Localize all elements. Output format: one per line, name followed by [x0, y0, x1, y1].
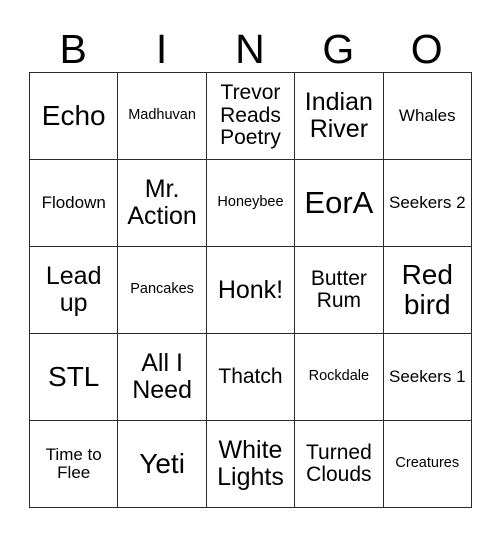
bingo-cell-label: Turned Clouds: [305, 440, 372, 486]
bingo-cell-b3[interactable]: Lead up: [30, 247, 119, 334]
bingo-cell-i3[interactable]: Pancakes: [118, 247, 207, 334]
bingo-row-4: STL All I Need Thatch Rockdale Seekers 1: [30, 334, 472, 421]
bingo-cell-n2[interactable]: Honeybee: [206, 160, 296, 247]
bingo-cell-g4[interactable]: Rockdale: [295, 334, 384, 421]
bingo-cell-g1[interactable]: Indian River: [295, 73, 384, 160]
bingo-row-3: Lead up Pancakes Honk! Butter Rum Red bi…: [30, 247, 472, 334]
bingo-header-row: B I N G O: [29, 10, 471, 72]
bingo-cell-i1[interactable]: Madhuvan: [118, 73, 207, 160]
bingo-cell-label: Lead up: [45, 262, 102, 317]
bingo-cell-label: Whales: [398, 105, 456, 125]
bingo-cell-n4[interactable]: Thatch: [206, 334, 296, 421]
bingo-cell-label: Pancakes: [130, 281, 194, 298]
bingo-cell-label: EorA: [304, 185, 374, 221]
bingo-cell-g5[interactable]: Turned Clouds: [295, 421, 384, 508]
bingo-cell-o2[interactable]: Seekers 2: [383, 160, 472, 247]
bingo-cell-label: Flodown: [41, 192, 106, 212]
header-letter-b: B: [59, 26, 87, 72]
bingo-cell-g3[interactable]: Butter Rum: [295, 247, 384, 334]
bingo-cell-label: Mr. Action: [127, 175, 197, 230]
bingo-row-1: Echo Madhuvan Trevor Reads Poetry Indian…: [30, 73, 472, 160]
bingo-cell-o3[interactable]: Red bird: [383, 247, 472, 334]
bingo-row-2: Flodown Mr. Action Honeybee EorA Seekers…: [30, 160, 472, 247]
bingo-cell-b1[interactable]: Echo: [30, 73, 119, 160]
bingo-cell-o5[interactable]: Creatures: [383, 421, 472, 508]
bingo-cell-label: Indian River: [304, 88, 373, 143]
bingo-cell-label: STL: [48, 361, 100, 393]
bingo-cell-label: Butter Rum: [310, 266, 367, 312]
bingo-cell-label: Echo: [41, 100, 106, 132]
bingo-cell-label: Honk!: [217, 275, 284, 304]
bingo-cell-label: Red bird: [401, 259, 453, 320]
bingo-row-5: Time to Flee Yeti White Lights Turned Cl…: [30, 421, 472, 508]
header-letter-n: N: [235, 26, 265, 72]
bingo-cell-n3[interactable]: Honk!: [206, 247, 296, 334]
bingo-cell-label: Trevor Reads Poetry: [220, 81, 281, 150]
bingo-cell-b2[interactable]: Flodown: [30, 160, 119, 247]
header-letter-i: I: [155, 26, 168, 72]
bingo-cell-n5[interactable]: White Lights: [206, 421, 296, 508]
header-letter-o: O: [410, 26, 443, 72]
bingo-cell-n1[interactable]: Trevor Reads Poetry: [206, 73, 296, 160]
bingo-cell-label: Yeti: [139, 448, 185, 480]
bingo-cell-i2[interactable]: Mr. Action: [118, 160, 207, 247]
bingo-cell-label: Seekers 1: [388, 366, 466, 386]
bingo-cell-i4[interactable]: All I Need: [118, 334, 207, 421]
bingo-card: B I N G O Echo Madhuvan Trevor Reads Poe…: [29, 10, 472, 508]
bingo-cell-b5[interactable]: Time to Flee: [30, 421, 119, 508]
bingo-cell-g2[interactable]: EorA: [295, 160, 384, 247]
bingo-cell-o1[interactable]: Whales: [383, 73, 472, 160]
bingo-cell-label: Honeybee: [217, 194, 284, 211]
bingo-cell-b4[interactable]: STL: [30, 334, 119, 421]
bingo-cell-label: Rockdale: [308, 368, 370, 385]
bingo-cell-i5[interactable]: Yeti: [118, 421, 207, 508]
bingo-cell-label: All I Need: [132, 349, 192, 404]
bingo-grid: Echo Madhuvan Trevor Reads Poetry Indian…: [29, 72, 472, 508]
bingo-cell-label: Madhuvan: [128, 107, 196, 124]
header-letter-g: G: [322, 26, 355, 72]
bingo-cell-label: Creatures: [395, 455, 460, 472]
bingo-cell-label: Time to Flee: [45, 444, 102, 482]
bingo-cell-label: Seekers 2: [388, 192, 466, 212]
bingo-cell-label: White Lights: [217, 436, 284, 491]
bingo-cell-label: Thatch: [218, 364, 283, 388]
bingo-cell-o4[interactable]: Seekers 1: [383, 334, 472, 421]
